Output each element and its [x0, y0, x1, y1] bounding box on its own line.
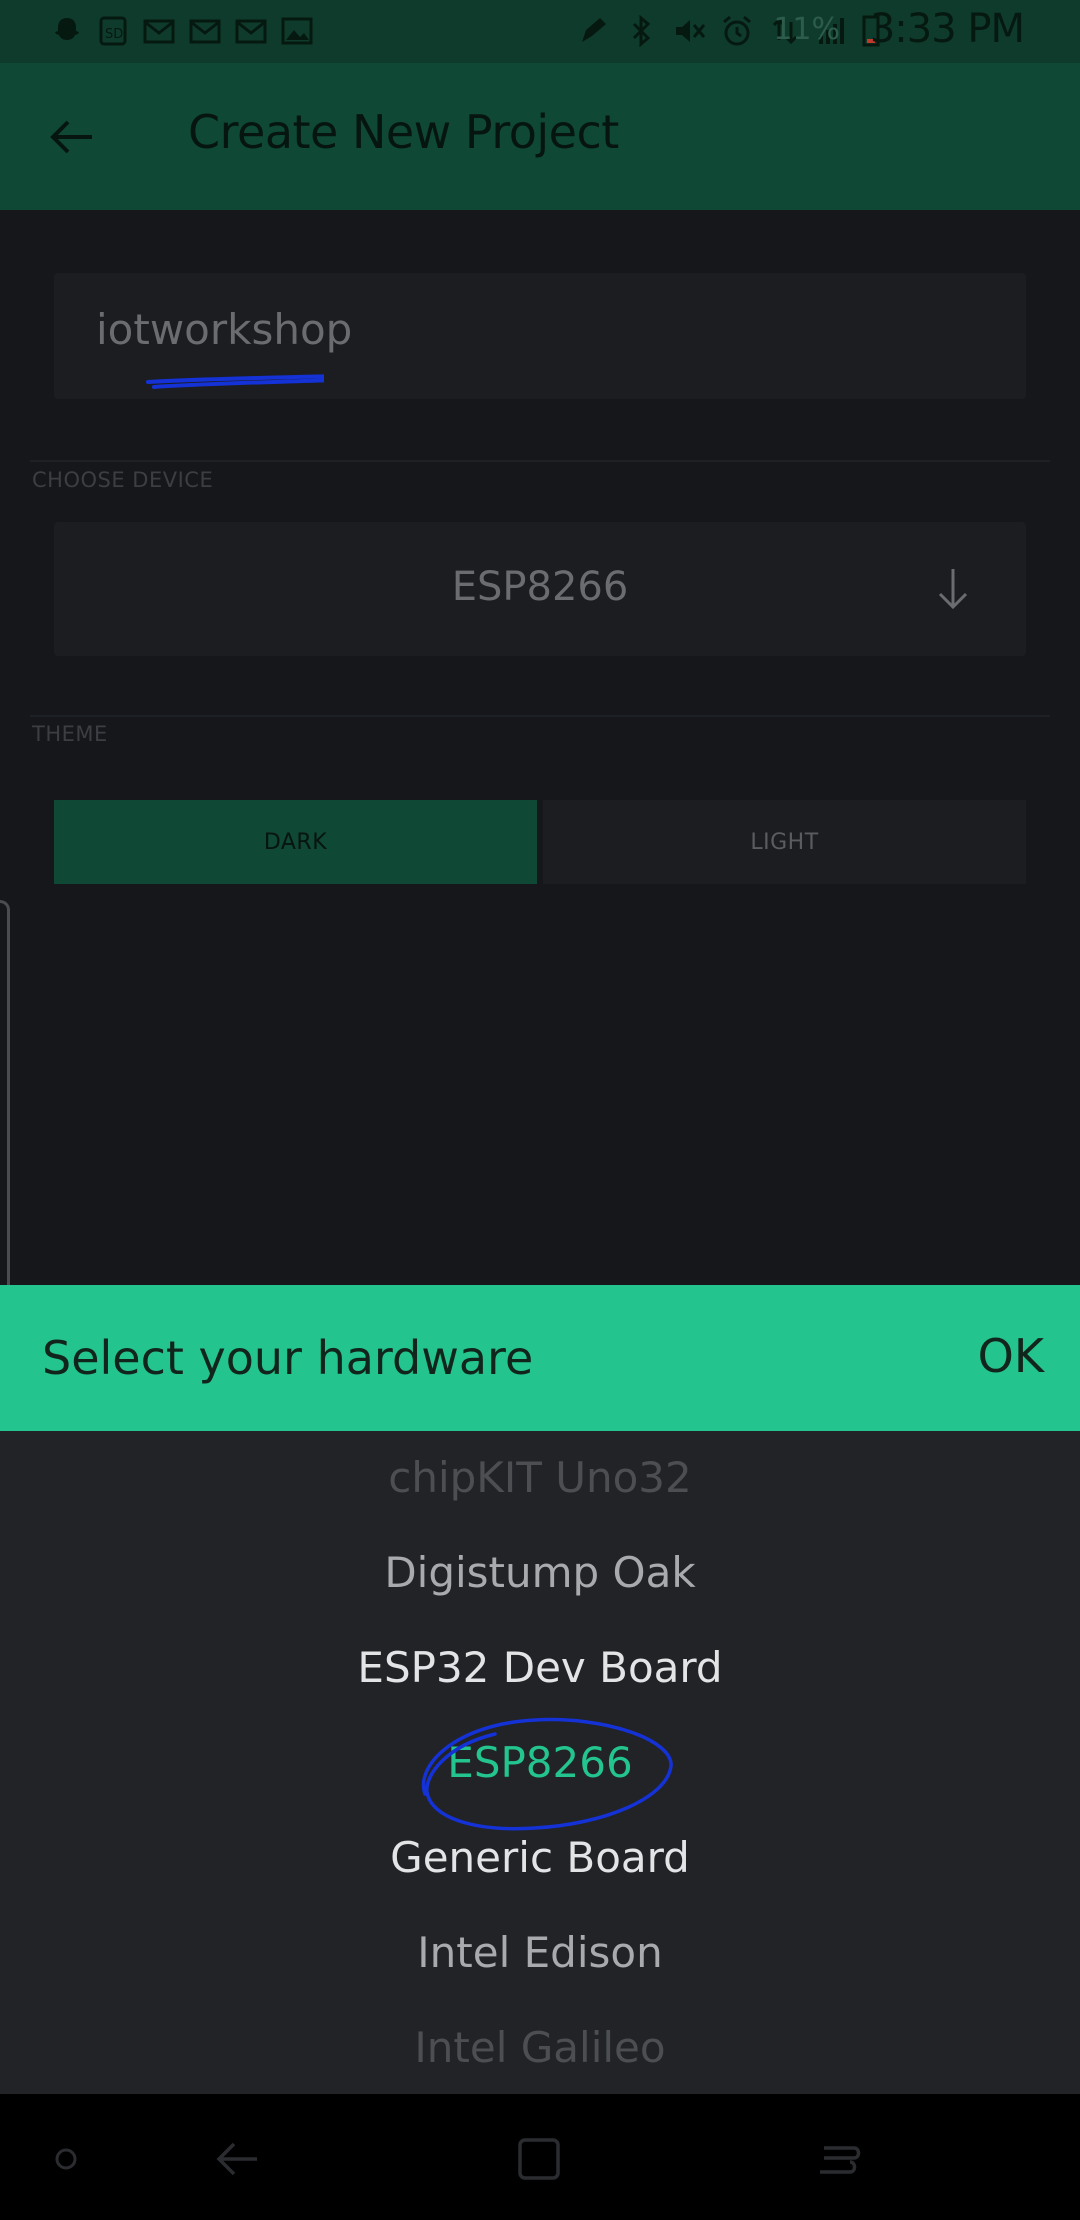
annotation-underline	[146, 374, 324, 389]
divider	[30, 460, 1050, 462]
svg-text:SD: SD	[105, 27, 123, 42]
divider	[30, 715, 1050, 717]
picker-item[interactable]: Digistump Oak	[0, 1548, 1080, 1597]
device-selector[interactable]: ESP8266	[54, 522, 1026, 656]
mail-icon	[188, 14, 222, 48]
status-time: 3:33 PM	[869, 6, 1025, 52]
back-icon[interactable]	[212, 2134, 262, 2184]
mail-icon	[234, 14, 268, 48]
picker-item[interactable]: ESP32 Dev Board	[0, 1643, 1080, 1692]
back-button[interactable]	[40, 105, 104, 169]
mail-icon	[142, 14, 176, 48]
edge-panel-handle[interactable]	[0, 900, 10, 1350]
annotation-circle	[421, 1717, 673, 1831]
choose-device-label: CHOOSE DEVICE	[32, 468, 214, 492]
picker-title: Select your hardware	[42, 1331, 534, 1385]
hardware-picker-list[interactable]: chipKIT Uno32 Digistump Oak ESP32 Dev Bo…	[0, 1431, 1080, 2094]
theme-light-button[interactable]: LIGHT	[543, 800, 1026, 884]
ok-button[interactable]: OK	[978, 1329, 1044, 1383]
battery-percent: 11%	[773, 12, 840, 47]
arrow-down-icon	[938, 569, 968, 610]
sd-icon: SD	[96, 14, 130, 48]
project-name-value: iotworkshop	[96, 305, 353, 354]
page-title: Create New Project	[188, 105, 619, 159]
picker-item[interactable]: chipKIT Uno32	[0, 1453, 1080, 1502]
system-nav-bar	[0, 2094, 1080, 2220]
theme-dark-button[interactable]: DARK	[54, 800, 537, 884]
alarm-icon	[720, 14, 754, 48]
mute-icon	[672, 14, 706, 48]
app-bar: Create New Project	[0, 63, 1080, 210]
picker-item[interactable]: Intel Edison	[0, 1928, 1080, 1977]
status-left-icons: SD	[50, 14, 314, 48]
hardware-picker-header: Select your hardware OK	[0, 1285, 1080, 1431]
back-arrow-icon	[50, 120, 92, 154]
theme-label: THEME	[32, 722, 108, 746]
recents-icon[interactable]	[816, 2134, 866, 2184]
home-icon[interactable]	[514, 2134, 564, 2184]
picker-item[interactable]: Intel Galileo	[0, 2023, 1080, 2072]
bluetooth-icon	[624, 14, 658, 48]
theme-toggle: DARK LIGHT	[54, 800, 1026, 884]
project-name-field[interactable]: iotworkshop	[54, 273, 1026, 399]
pen-icon	[576, 14, 610, 48]
project-form: iotworkshop CHOOSE DEVICE ESP8266 THEME …	[0, 210, 1080, 1350]
picker-item[interactable]: Generic Board	[0, 1833, 1080, 1882]
dot-icon[interactable]	[50, 2134, 100, 2184]
snapchat-icon	[50, 14, 84, 48]
status-bar: SD 11% 3:33 PM	[0, 0, 1080, 63]
image-icon	[280, 14, 314, 48]
device-value: ESP8266	[451, 564, 629, 610]
